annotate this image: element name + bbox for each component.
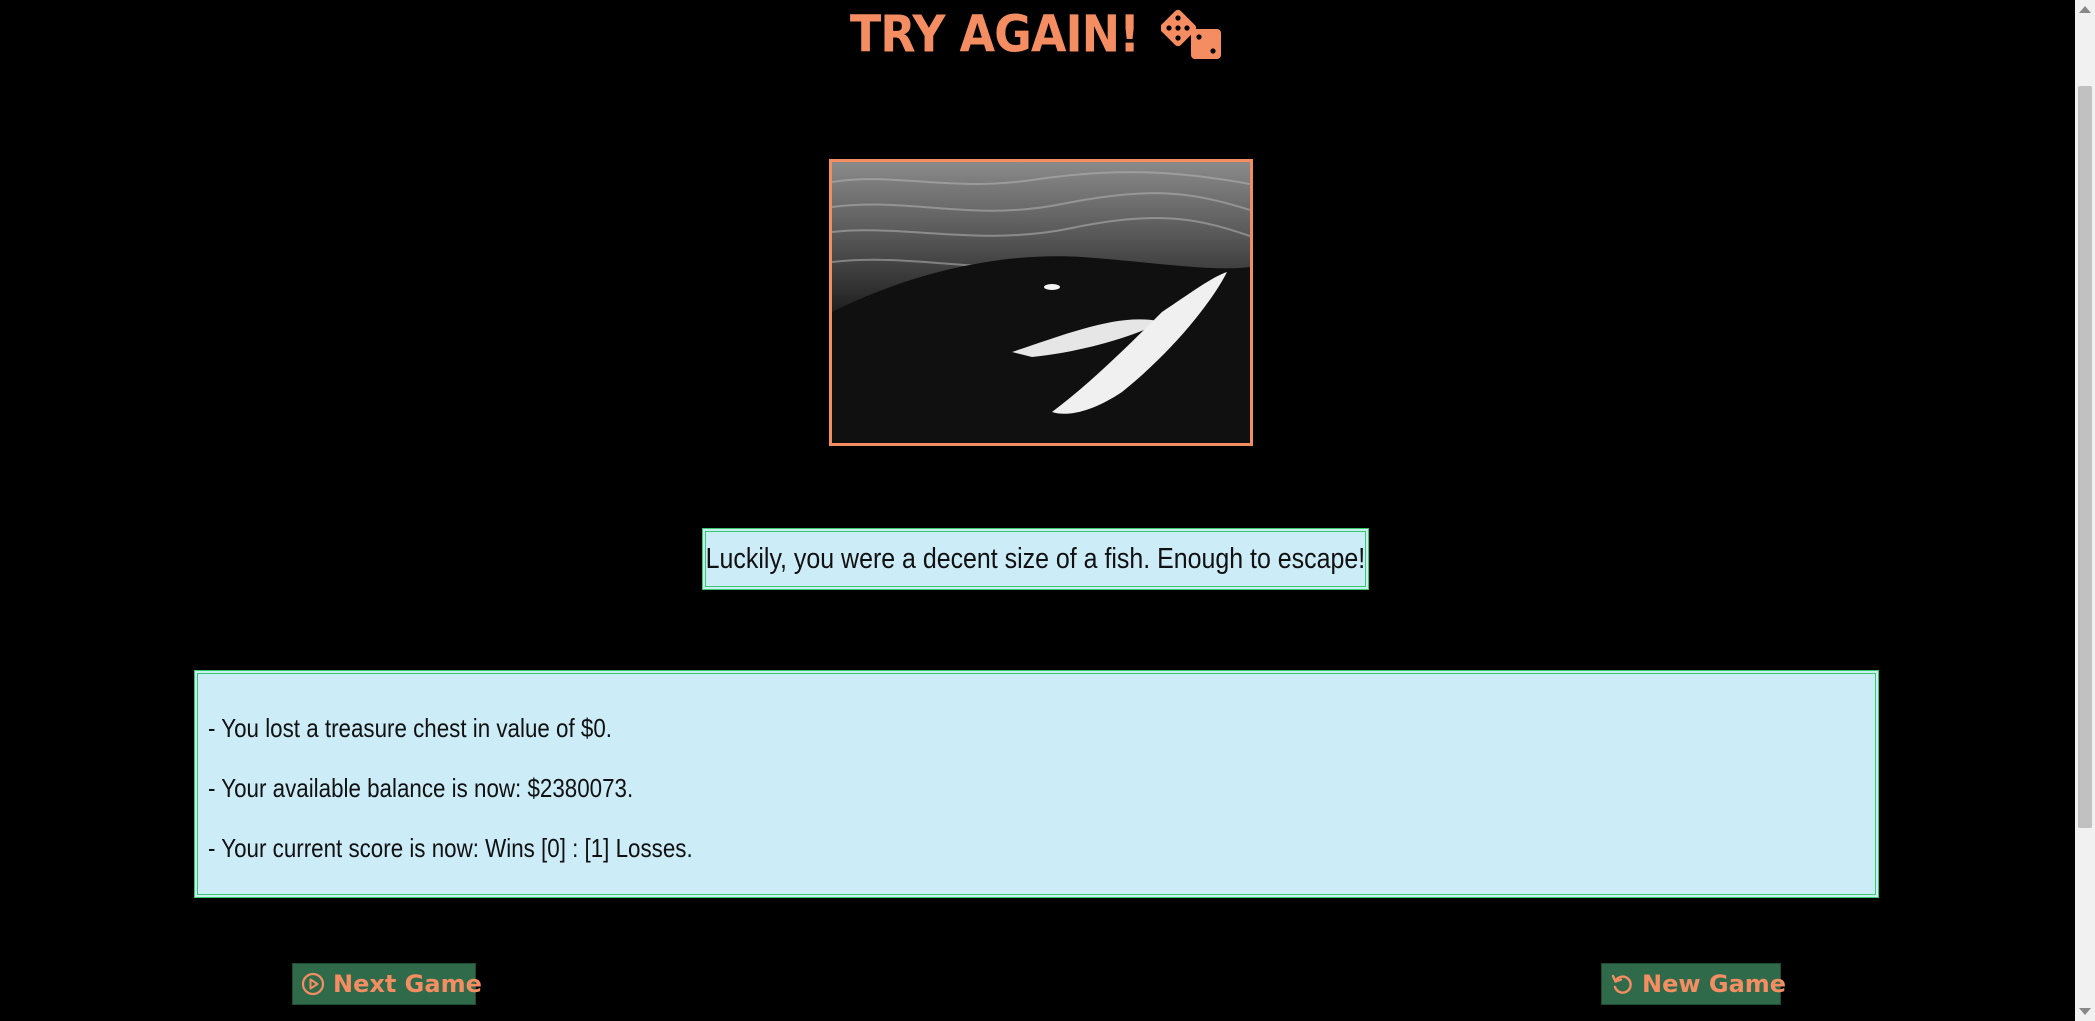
scroll-down-arrow-icon[interactable] xyxy=(2079,1008,2091,1015)
vertical-scrollbar[interactable] xyxy=(2075,0,2095,1021)
restart-icon xyxy=(1611,974,1632,994)
result-line-treasure: - You lost a treasure chest in value of … xyxy=(208,713,612,743)
next-game-label: Next Game xyxy=(333,970,482,998)
outcome-message-text: Luckily, you were a decent size of a fis… xyxy=(705,542,1366,575)
game-result-page: TRY AGAIN! Luckily, you were a decent si… xyxy=(0,0,2095,1021)
header: TRY AGAIN! xyxy=(0,4,2075,64)
results-panel: - You lost a treasure chest in value of … xyxy=(194,670,1879,898)
new-game-label: New Game xyxy=(1642,970,1787,998)
orca-image xyxy=(832,162,1250,443)
page-title: TRY AGAIN! xyxy=(849,4,1140,64)
new-game-button[interactable]: New Game xyxy=(1601,963,1786,1005)
outcome-message: Luckily, you were a decent size of a fis… xyxy=(702,528,1369,590)
next-game-button[interactable]: Next Game xyxy=(292,963,482,1005)
result-line-score: - Your current score is now: Wins [0] : … xyxy=(208,833,693,863)
result-line-balance: - Your available balance is now: $238007… xyxy=(208,773,634,803)
scroll-up-arrow-icon[interactable] xyxy=(2079,6,2091,13)
scrollbar-thumb[interactable] xyxy=(2078,86,2092,828)
play-circle-icon xyxy=(301,972,325,996)
dice-icon xyxy=(1161,9,1222,59)
result-image xyxy=(829,159,1253,446)
